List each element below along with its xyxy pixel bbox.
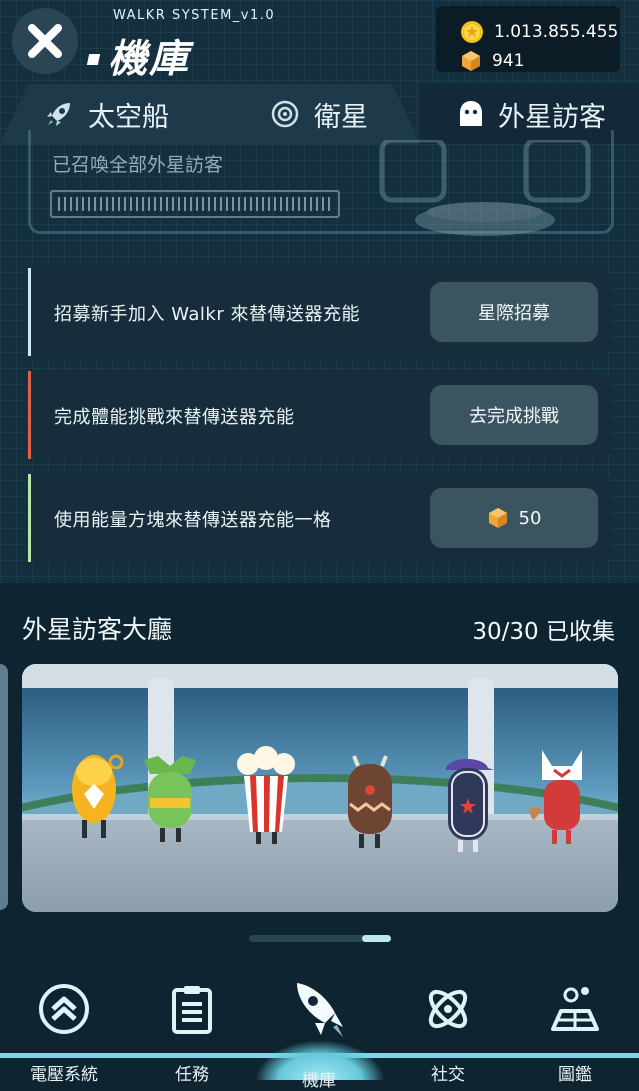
lounge-title: 外星訪客大廳 bbox=[22, 615, 173, 644]
task-label: 使用能量方塊來替傳送器充能一格 bbox=[54, 510, 332, 531]
ghost-icon bbox=[458, 100, 484, 128]
nav-item-system[interactable]: 電壓系統 bbox=[0, 958, 128, 1091]
task-label: 完成體能挑戰來替傳送器充能 bbox=[54, 407, 295, 428]
cube-amount: 941 bbox=[492, 51, 525, 71]
summon-status: 已召喚全部外星訪客 bbox=[52, 154, 224, 176]
close-button[interactable] bbox=[12, 8, 78, 74]
button-label: 去完成挑戰 bbox=[469, 406, 559, 427]
lounge-illustration bbox=[22, 664, 618, 912]
task-accent bbox=[28, 268, 31, 356]
tab-label: 外星訪客 bbox=[498, 101, 606, 133]
task-accent bbox=[28, 371, 31, 459]
coin-icon bbox=[461, 21, 483, 43]
challenge-button[interactable]: 去完成挑戰 bbox=[430, 385, 598, 445]
energy-cube-icon bbox=[462, 51, 480, 71]
nav-label: 任務 bbox=[175, 1065, 209, 1085]
nav-label: 電壓系統 bbox=[30, 1065, 98, 1085]
title-bullet bbox=[86, 54, 101, 65]
bottom-nav: 電壓系統 任務 機庫 社交 圖鑑 bbox=[0, 958, 639, 1091]
header: WALKR SYSTEM_v1.0 機庫 1.013.855.455 941 bbox=[0, 0, 639, 84]
task-recruit: 招募新手加入 Walkr 來替傳送器充能 星際招募 bbox=[28, 268, 612, 356]
button-label: 50 bbox=[518, 507, 542, 529]
collection-count: 30/30 已收集 bbox=[472, 619, 615, 645]
lounge-pager-indicator bbox=[362, 935, 391, 942]
tab-label: 太空船 bbox=[88, 101, 169, 133]
close-icon bbox=[28, 24, 62, 58]
charge-progress-bar bbox=[50, 190, 340, 218]
task-label: 招募新手加入 Walkr 來替傳送器充能 bbox=[54, 304, 360, 325]
atom-icon bbox=[384, 974, 512, 1044]
nav-item-hangar[interactable]: 機庫 bbox=[255, 958, 383, 1091]
previous-lounge-card[interactable] bbox=[0, 664, 8, 910]
rocket-icon bbox=[255, 974, 383, 1044]
system-label: WALKR SYSTEM_v1.0 bbox=[113, 8, 276, 23]
nav-item-social[interactable]: 社交 bbox=[384, 958, 512, 1091]
use-cubes-button[interactable]: 50 bbox=[430, 488, 598, 548]
task-challenge: 完成體能挑戰來替傳送器充能 去完成挑戰 bbox=[28, 371, 612, 459]
coin-amount: 1.013.855.455 bbox=[494, 22, 619, 42]
nav-item-tasks[interactable]: 任務 bbox=[128, 958, 256, 1091]
currency-panel: 1.013.855.455 941 bbox=[436, 6, 620, 72]
satellite-icon bbox=[270, 99, 300, 129]
nav-label: 機庫 bbox=[302, 1071, 336, 1091]
nav-label: 社交 bbox=[431, 1065, 465, 1085]
nav-label: 圖鑑 bbox=[558, 1065, 592, 1085]
nav-item-encyclopedia[interactable]: 圖鑑 bbox=[511, 958, 639, 1091]
recruit-button[interactable]: 星際招募 bbox=[430, 282, 598, 342]
task-accent bbox=[28, 474, 31, 562]
coin-balance: 1.013.855.455 bbox=[460, 20, 618, 44]
task-energy-cube: 使用能量方塊來替傳送器充能一格 50 bbox=[28, 474, 612, 562]
button-label: 星際招募 bbox=[478, 303, 550, 324]
rocket-icon bbox=[44, 99, 74, 129]
alien-lounge-scene[interactable] bbox=[22, 664, 618, 912]
tab-label: 衛星 bbox=[314, 101, 368, 133]
cube-balance: 941 bbox=[460, 50, 524, 72]
planet-map-icon bbox=[511, 974, 639, 1044]
page-title: 機庫 bbox=[108, 37, 191, 82]
teleporter-machine bbox=[379, 140, 591, 236]
energy-cube-icon bbox=[488, 508, 507, 528]
chevron-up-icon bbox=[0, 974, 128, 1044]
clipboard-icon bbox=[128, 974, 256, 1044]
